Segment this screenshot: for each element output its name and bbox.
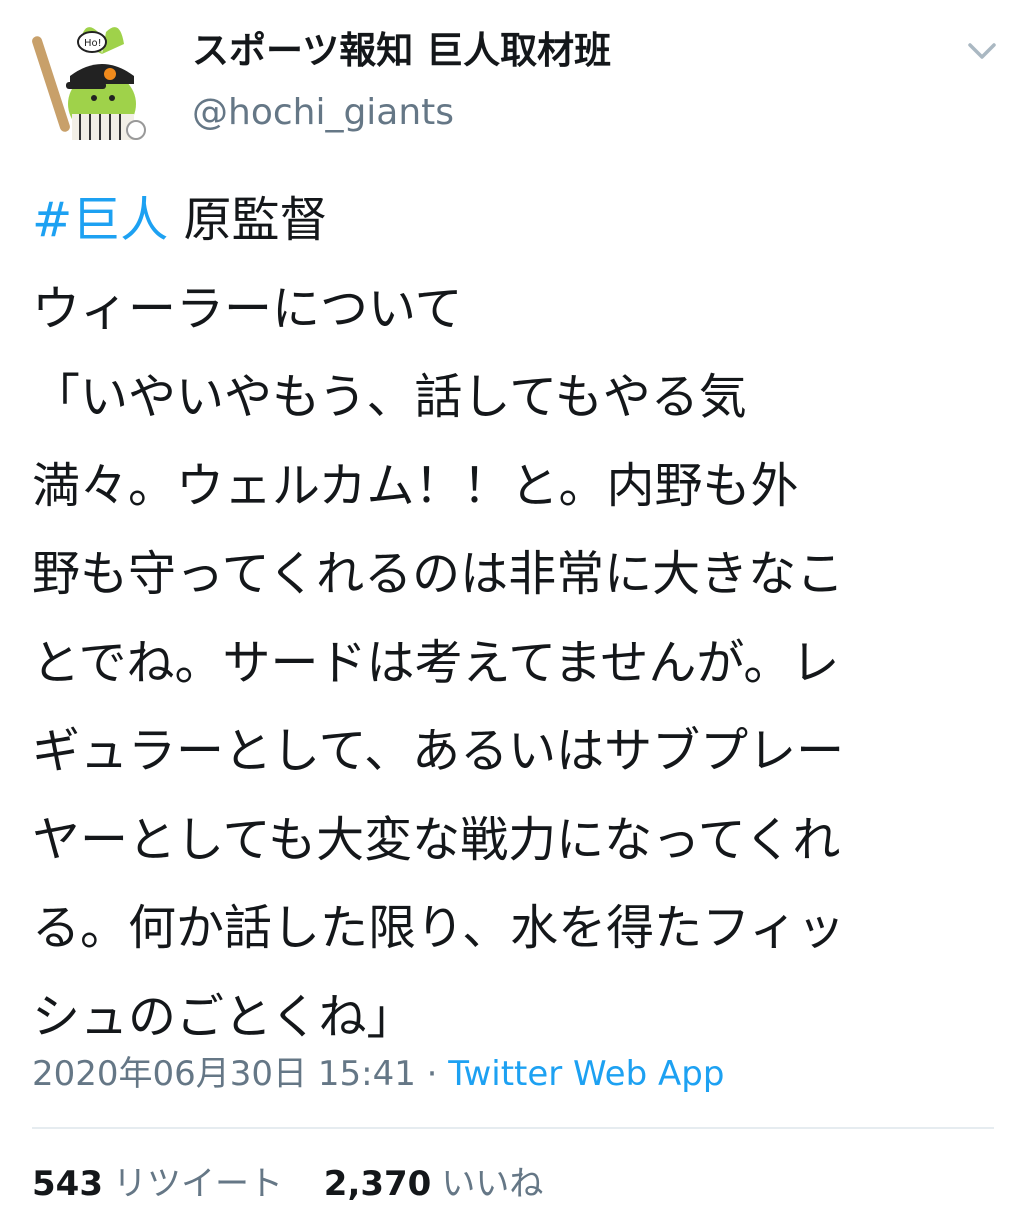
divider — [32, 1127, 994, 1129]
avatar[interactable]: Ho! — [32, 14, 152, 144]
tweet-menu-button[interactable] — [964, 36, 1000, 66]
tweet-line: る。何か話した限り、水を得たフィッ — [32, 900, 846, 956]
retweets-stat[interactable]: 543 リツイート — [32, 1160, 283, 1208]
tweet-line: ヤーとしても大変な戦力になってくれ — [32, 811, 841, 868]
tweet-meta: 2020年06月30日 15:41 · Twitter Web App — [32, 1050, 724, 1098]
tweet-line: #巨人 原監督 — [32, 176, 992, 265]
tweet-line: 満々。ウェルカム！！と。内野も外 — [32, 457, 799, 514]
chevron-down-icon — [968, 43, 996, 59]
likes-label: いいね — [441, 1164, 544, 1204]
source-app-link[interactable]: Twitter Web App — [448, 1054, 724, 1094]
retweets-label: リツイート — [112, 1164, 283, 1204]
likes-stat[interactable]: 2,370 いいね — [324, 1160, 544, 1208]
tweet-line: ギュラーとして、あるいはサブプレー — [32, 723, 845, 779]
tweet-line: 野も守ってくれるのは非常に大きなこ — [32, 546, 845, 602]
user-handle[interactable]: @hochi_giants — [192, 88, 454, 138]
meta-separator: · — [415, 1054, 449, 1094]
svg-text:Ho!: Ho! — [84, 38, 102, 49]
display-name[interactable]: スポーツ報知 巨人取材班 — [192, 26, 611, 76]
retweets-count: 543 — [32, 1164, 103, 1204]
tweet-line: ウィーラーについて — [32, 280, 463, 337]
hashtag-link[interactable]: #巨人 — [32, 192, 168, 248]
tweet-timestamp[interactable]: 2020年06月30日 15:41 — [32, 1054, 416, 1094]
giants-mascot-avatar-icon: Ho! — [32, 27, 146, 140]
tweet-line: シュのごとくね」 — [32, 988, 415, 1045]
tweet-line-text: 原監督 — [168, 192, 328, 248]
tweet-line: とでね。サードは考えてませんが。レ — [32, 634, 840, 691]
tweet-line: 「いやいやもう、話してもやる気 — [32, 369, 747, 425]
tweet-text: #巨人 原監督 ウィーラーについて 「いやいやもう、話してもやる気 満々。ウェル… — [32, 176, 992, 1061]
likes-count: 2,370 — [323, 1164, 432, 1204]
tweet-stats: 543 リツイート 2,370 いいね — [32, 1160, 543, 1208]
